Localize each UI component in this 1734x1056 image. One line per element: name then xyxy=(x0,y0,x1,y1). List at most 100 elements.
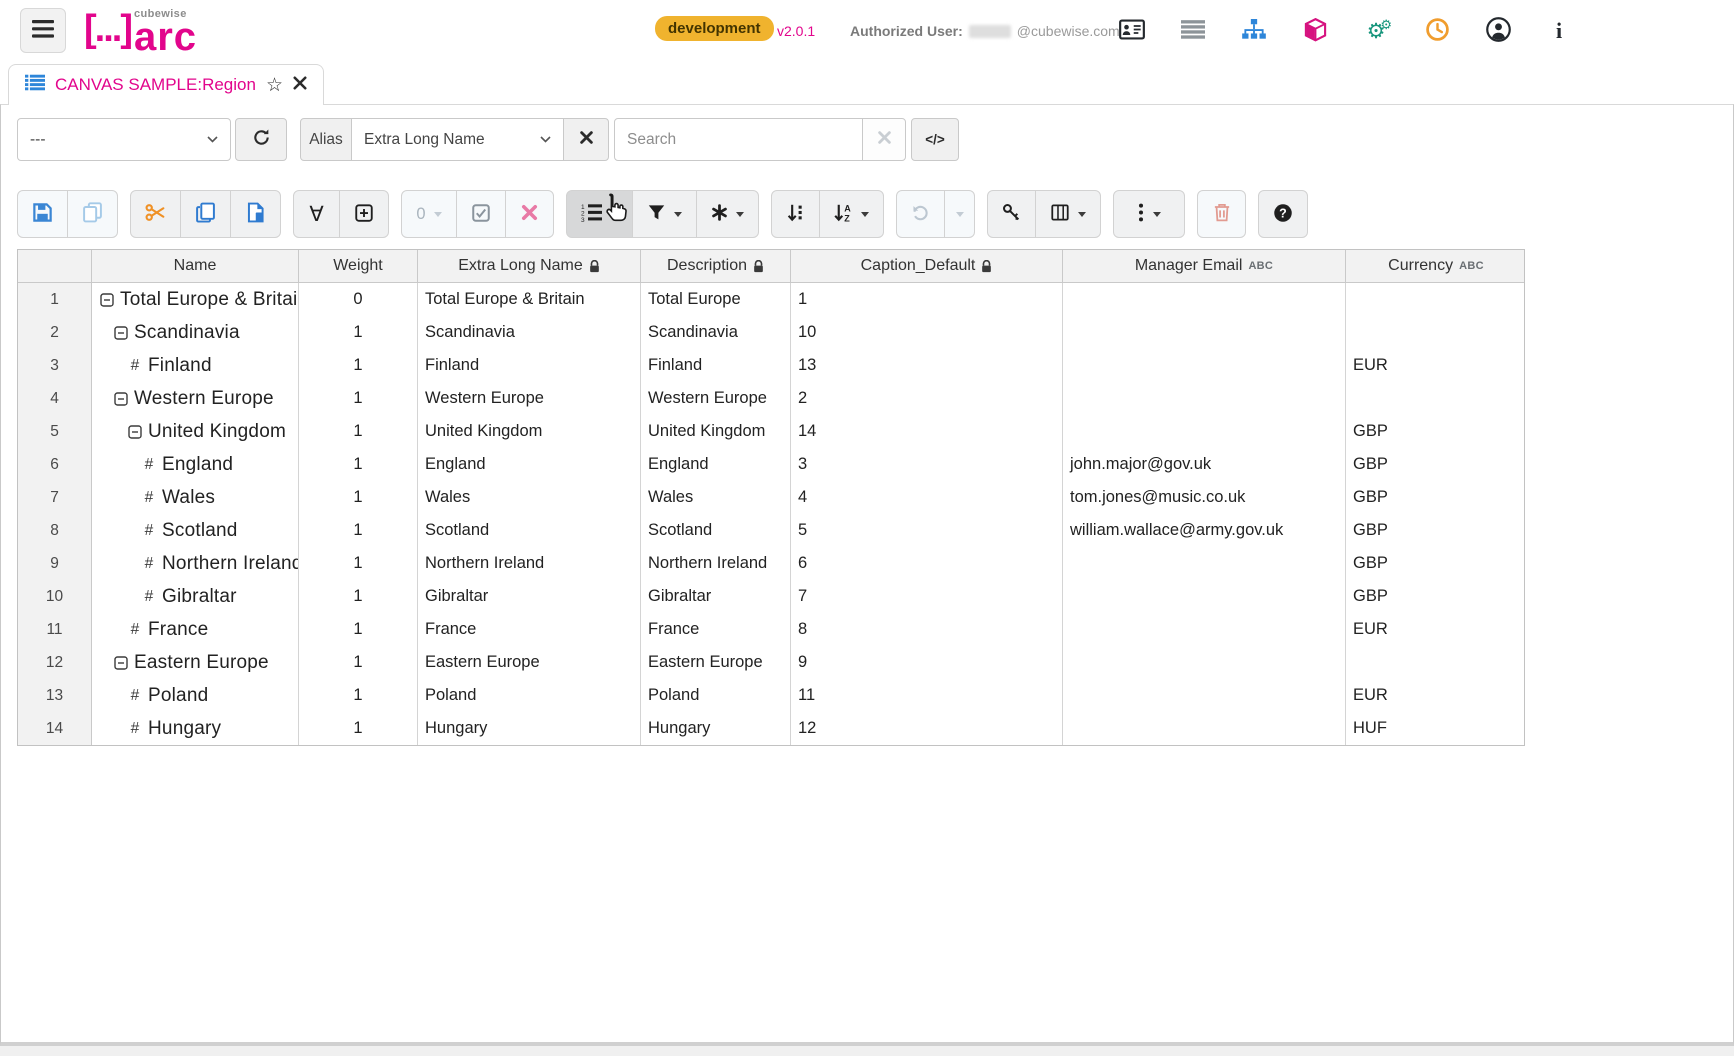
row-number-cell[interactable]: 4 xyxy=(18,382,92,415)
manager-email-cell[interactable] xyxy=(1063,316,1346,349)
currency-cell[interactable] xyxy=(1346,283,1526,316)
description-cell[interactable]: Hungary xyxy=(641,712,791,745)
description-cell[interactable]: Western Europe xyxy=(641,382,791,415)
description-cell[interactable]: Gibraltar xyxy=(641,580,791,613)
description-cell[interactable]: Poland xyxy=(641,679,791,712)
weight-cell[interactable]: 1 xyxy=(299,382,418,415)
clear-alias-button[interactable] xyxy=(563,118,609,161)
description-cell[interactable]: Scandinavia xyxy=(641,316,791,349)
name-cell[interactable]: Western Europe xyxy=(92,382,299,415)
search-input[interactable] xyxy=(614,118,863,161)
manager-email-cell[interactable] xyxy=(1063,283,1346,316)
manager-email-cell[interactable] xyxy=(1063,415,1346,448)
manager-email-cell[interactable] xyxy=(1063,547,1346,580)
extra-long-name-cell[interactable]: United Kingdom xyxy=(418,415,641,448)
weight-cell[interactable]: 1 xyxy=(299,712,418,745)
collapse-icon[interactable] xyxy=(114,656,128,670)
manager-email-cell[interactable] xyxy=(1063,679,1346,712)
extra-long-name-cell[interactable]: Total Europe & Britain xyxy=(418,283,641,316)
name-cell[interactable]: #Gibraltar xyxy=(92,580,299,613)
user-button[interactable] xyxy=(1484,17,1512,45)
currency-cell[interactable] xyxy=(1346,382,1526,415)
name-cell[interactable]: United Kingdom xyxy=(92,415,299,448)
delete-button[interactable] xyxy=(1197,190,1246,238)
manager-email-cell[interactable] xyxy=(1063,382,1346,415)
weight-cell[interactable]: 1 xyxy=(299,415,418,448)
list-view-button[interactable] xyxy=(1179,17,1207,45)
sort-alpha-dropdown[interactable]: AZ xyxy=(819,190,884,238)
caption-default-cell[interactable]: 1 xyxy=(791,283,1063,316)
row-number-cell[interactable]: 9 xyxy=(18,547,92,580)
name-cell[interactable]: Total Europe & Britain xyxy=(92,283,299,316)
row-number-cell[interactable]: 7 xyxy=(18,481,92,514)
row-number-cell[interactable]: 11 xyxy=(18,613,92,646)
row-number-cell[interactable]: 14 xyxy=(18,712,92,745)
caption-default-cell[interactable]: 14 xyxy=(791,415,1063,448)
weight-cell[interactable]: 1 xyxy=(299,349,418,382)
processes-button[interactable]: ⚙ ⚙ xyxy=(1362,17,1390,45)
wildcard-dropdown[interactable] xyxy=(696,190,759,238)
more-options-dropdown[interactable] xyxy=(1113,190,1185,238)
collapse-icon[interactable] xyxy=(114,392,128,406)
manager-email-cell[interactable] xyxy=(1063,349,1346,382)
caption-default-cell[interactable]: 12 xyxy=(791,712,1063,745)
description-cell[interactable]: United Kingdom xyxy=(641,415,791,448)
weight-cell[interactable]: 1 xyxy=(299,580,418,613)
extra-long-name-cell[interactable]: Scotland xyxy=(418,514,641,547)
extra-long-name-cell[interactable]: Wales xyxy=(418,481,641,514)
duplicate-button[interactable] xyxy=(67,190,118,238)
description-cell[interactable]: England xyxy=(641,448,791,481)
currency-cell[interactable]: GBP xyxy=(1346,415,1526,448)
name-cell[interactable]: #Poland xyxy=(92,679,299,712)
description-cell[interactable]: Total Europe xyxy=(641,283,791,316)
menu-button[interactable] xyxy=(20,8,66,53)
extra-long-name-cell[interactable]: Finland xyxy=(418,349,641,382)
description-cell[interactable]: Northern Ireland xyxy=(641,547,791,580)
currency-cell[interactable]: EUR xyxy=(1346,679,1526,712)
refresh-button[interactable] xyxy=(235,118,287,161)
forall-button[interactable]: ∀ xyxy=(293,190,340,238)
dimensions-button[interactable] xyxy=(1240,17,1268,45)
row-number-cell[interactable]: 13 xyxy=(18,679,92,712)
save-button[interactable] xyxy=(17,190,68,238)
currency-cell[interactable] xyxy=(1346,646,1526,679)
tab-canvas-sample-region[interactable]: CANVAS SAMPLE:Region ☆ xyxy=(8,64,324,105)
currency-cell[interactable]: GBP xyxy=(1346,547,1526,580)
name-cell[interactable]: #Wales xyxy=(92,481,299,514)
column-header-weight[interactable]: Weight xyxy=(299,250,418,282)
code-view-button[interactable]: </> xyxy=(911,118,959,161)
row-number-cell[interactable]: 5 xyxy=(18,415,92,448)
info-button[interactable]: i xyxy=(1545,17,1573,45)
description-cell[interactable]: France xyxy=(641,613,791,646)
extra-long-name-cell[interactable]: Eastern Europe xyxy=(418,646,641,679)
alias-select[interactable]: Extra Long Name xyxy=(351,118,564,161)
extra-long-name-cell[interactable]: Poland xyxy=(418,679,641,712)
weight-cell[interactable]: 1 xyxy=(299,646,418,679)
name-cell[interactable]: #Hungary xyxy=(92,712,299,745)
help-button[interactable]: ? xyxy=(1258,190,1308,238)
weight-cell[interactable]: 1 xyxy=(299,448,418,481)
copy-button[interactable] xyxy=(180,190,231,238)
extra-long-name-cell[interactable]: Hungary xyxy=(418,712,641,745)
row-number-cell[interactable]: 8 xyxy=(18,514,92,547)
currency-cell[interactable]: GBP xyxy=(1346,580,1526,613)
subset-select[interactable]: --- xyxy=(17,118,231,161)
commit-selection-button[interactable] xyxy=(456,190,506,238)
caption-default-cell[interactable]: 10 xyxy=(791,316,1063,349)
paste-button[interactable] xyxy=(230,190,281,238)
row-number-cell[interactable]: 1 xyxy=(18,283,92,316)
description-cell[interactable]: Scotland xyxy=(641,514,791,547)
manager-email-cell[interactable]: william.wallace@army.gov.uk xyxy=(1063,514,1346,547)
add-element-button[interactable] xyxy=(339,190,389,238)
weight-cell[interactable]: 1 xyxy=(299,481,418,514)
manager-email-cell[interactable] xyxy=(1063,646,1346,679)
currency-cell[interactable]: HUF xyxy=(1346,712,1526,745)
selection-count-dropdown[interactable]: 0 xyxy=(401,190,457,238)
manager-email-cell[interactable] xyxy=(1063,712,1346,745)
row-number-cell[interactable]: 12 xyxy=(18,646,92,679)
currency-cell[interactable]: GBP xyxy=(1346,448,1526,481)
weight-cell[interactable]: 1 xyxy=(299,613,418,646)
currency-cell[interactable] xyxy=(1346,316,1526,349)
weight-cell[interactable]: 1 xyxy=(299,514,418,547)
columns-dropdown[interactable] xyxy=(1035,190,1101,238)
